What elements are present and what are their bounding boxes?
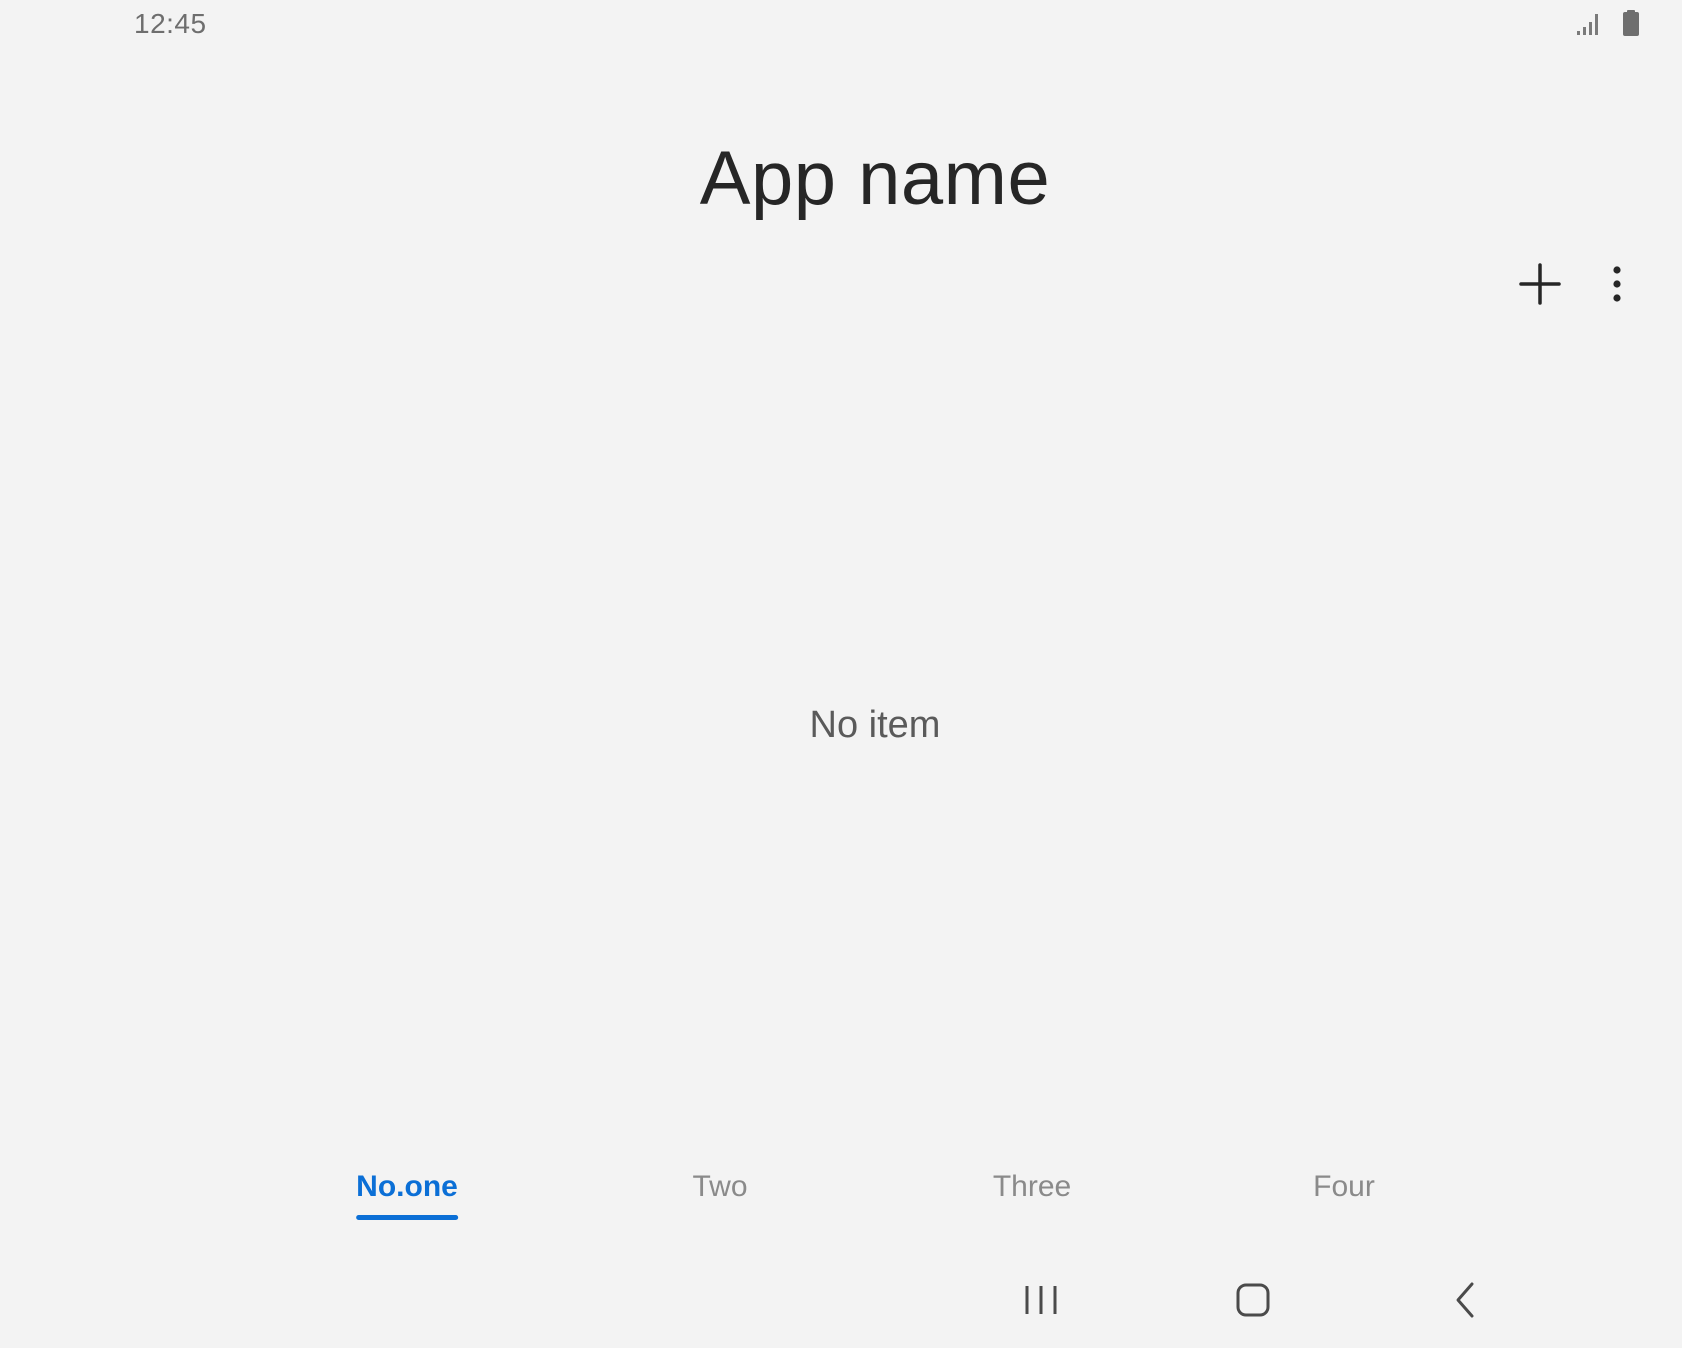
tab-three[interactable]: Three [993, 1170, 1071, 1214]
screen: 12:45 App name No item No.one Two Three … [0, 0, 1682, 1348]
tab-label: Three [992, 1170, 1072, 1203]
page-title: App name [699, 136, 1051, 221]
tab-indicator [356, 1215, 458, 1220]
tab-no-one[interactable]: No.one [356, 1170, 458, 1220]
back-icon[interactable] [1444, 1280, 1488, 1320]
home-icon[interactable] [1231, 1280, 1275, 1320]
bottom-tab-bar: No.one Two Three Four [0, 1170, 1682, 1222]
signal-icon [1576, 10, 1602, 36]
more-options-icon[interactable] [1604, 262, 1630, 306]
tab-label: No.one [356, 1170, 458, 1203]
status-time: 12:45 [134, 8, 207, 39]
tab-label: Four [1313, 1170, 1375, 1203]
tab-label: Two [692, 1170, 748, 1203]
status-icons [1576, 10, 1640, 36]
battery-icon [1622, 10, 1640, 36]
recent-apps-icon[interactable] [1019, 1280, 1063, 1320]
tab-two[interactable]: Two [692, 1170, 747, 1214]
empty-state-message: No item [809, 704, 941, 746]
add-icon[interactable] [1518, 262, 1562, 306]
tab-four[interactable]: Four [1313, 1170, 1375, 1214]
